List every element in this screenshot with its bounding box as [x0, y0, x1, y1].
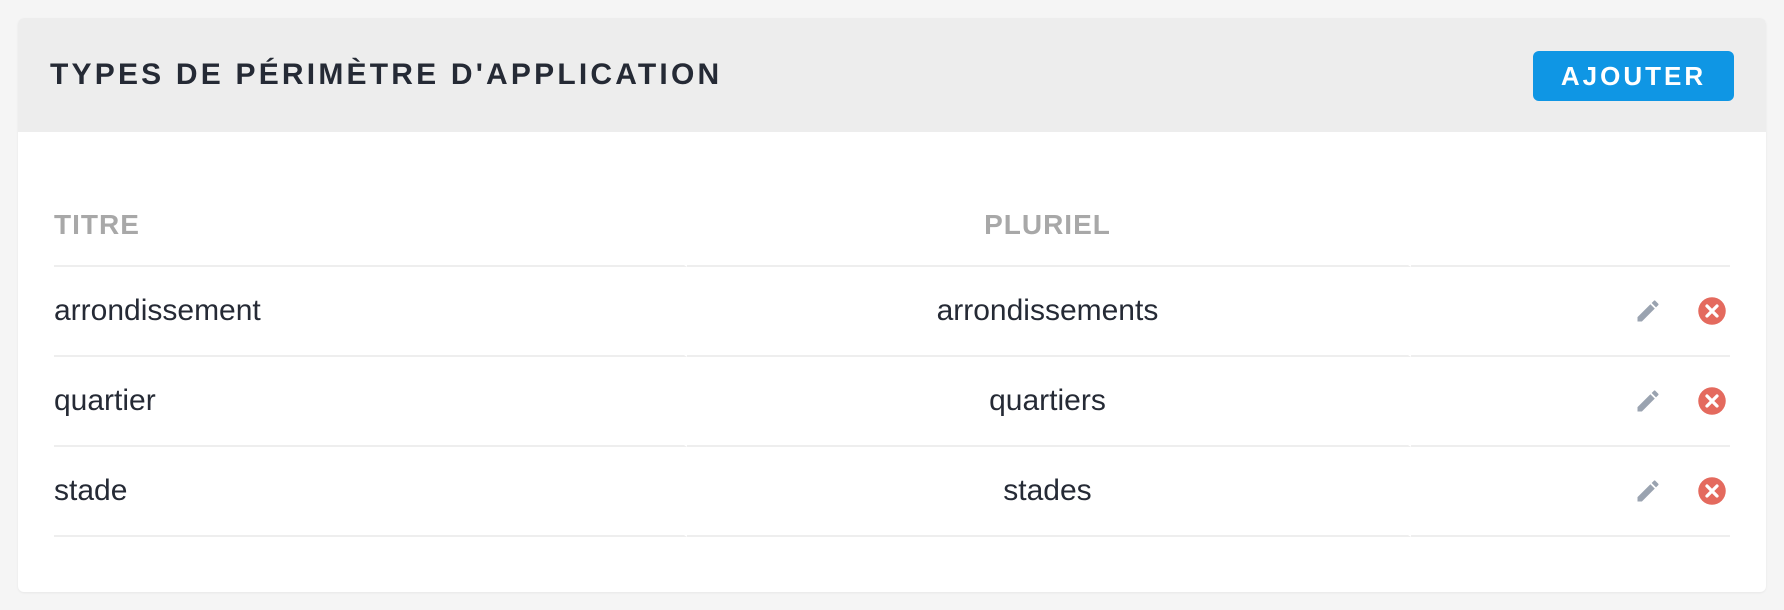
perimeter-types-table: TITRE PLURIEL arrondissement arrondissem… [54, 185, 1730, 537]
row-actions [1411, 385, 1730, 417]
row-title-cell: quartier [54, 357, 687, 447]
add-button[interactable]: AJOUTER [1533, 51, 1734, 101]
page-title: TYPES DE PÉRIMÈTRE D'APPLICATION [50, 58, 723, 91]
close-circle-icon[interactable] [1696, 385, 1728, 417]
column-header-plural: PLURIEL [686, 185, 1412, 267]
table-row: arrondissement arrondissements [54, 267, 1730, 357]
pencil-icon[interactable] [1632, 385, 1664, 417]
row-plural-cell: stades [686, 447, 1412, 537]
row-title-cell: arrondissement [54, 267, 687, 357]
row-plural-cell: quartiers [686, 357, 1412, 447]
column-header-title: TITRE [54, 185, 687, 267]
row-actions-cell [1411, 357, 1730, 447]
close-circle-icon[interactable] [1696, 475, 1728, 507]
row-actions-cell [1411, 267, 1730, 357]
row-actions-cell [1411, 447, 1730, 537]
table-row: quartier quartiers [54, 357, 1730, 447]
perimeter-types-card: TYPES DE PÉRIMÈTRE D'APPLICATION AJOUTER… [18, 18, 1766, 592]
close-circle-icon[interactable] [1696, 295, 1728, 327]
row-actions [1411, 475, 1730, 507]
column-header-actions [1411, 185, 1730, 267]
card-header: TYPES DE PÉRIMÈTRE D'APPLICATION AJOUTER [18, 18, 1766, 132]
row-title-cell: stade [54, 447, 687, 537]
table-row: stade stades [54, 447, 1730, 537]
pencil-icon[interactable] [1632, 475, 1664, 507]
row-plural-cell: arrondissements [686, 267, 1412, 357]
row-actions [1411, 295, 1730, 327]
pencil-icon[interactable] [1632, 295, 1664, 327]
table-header-row: TITRE PLURIEL [54, 185, 1730, 267]
